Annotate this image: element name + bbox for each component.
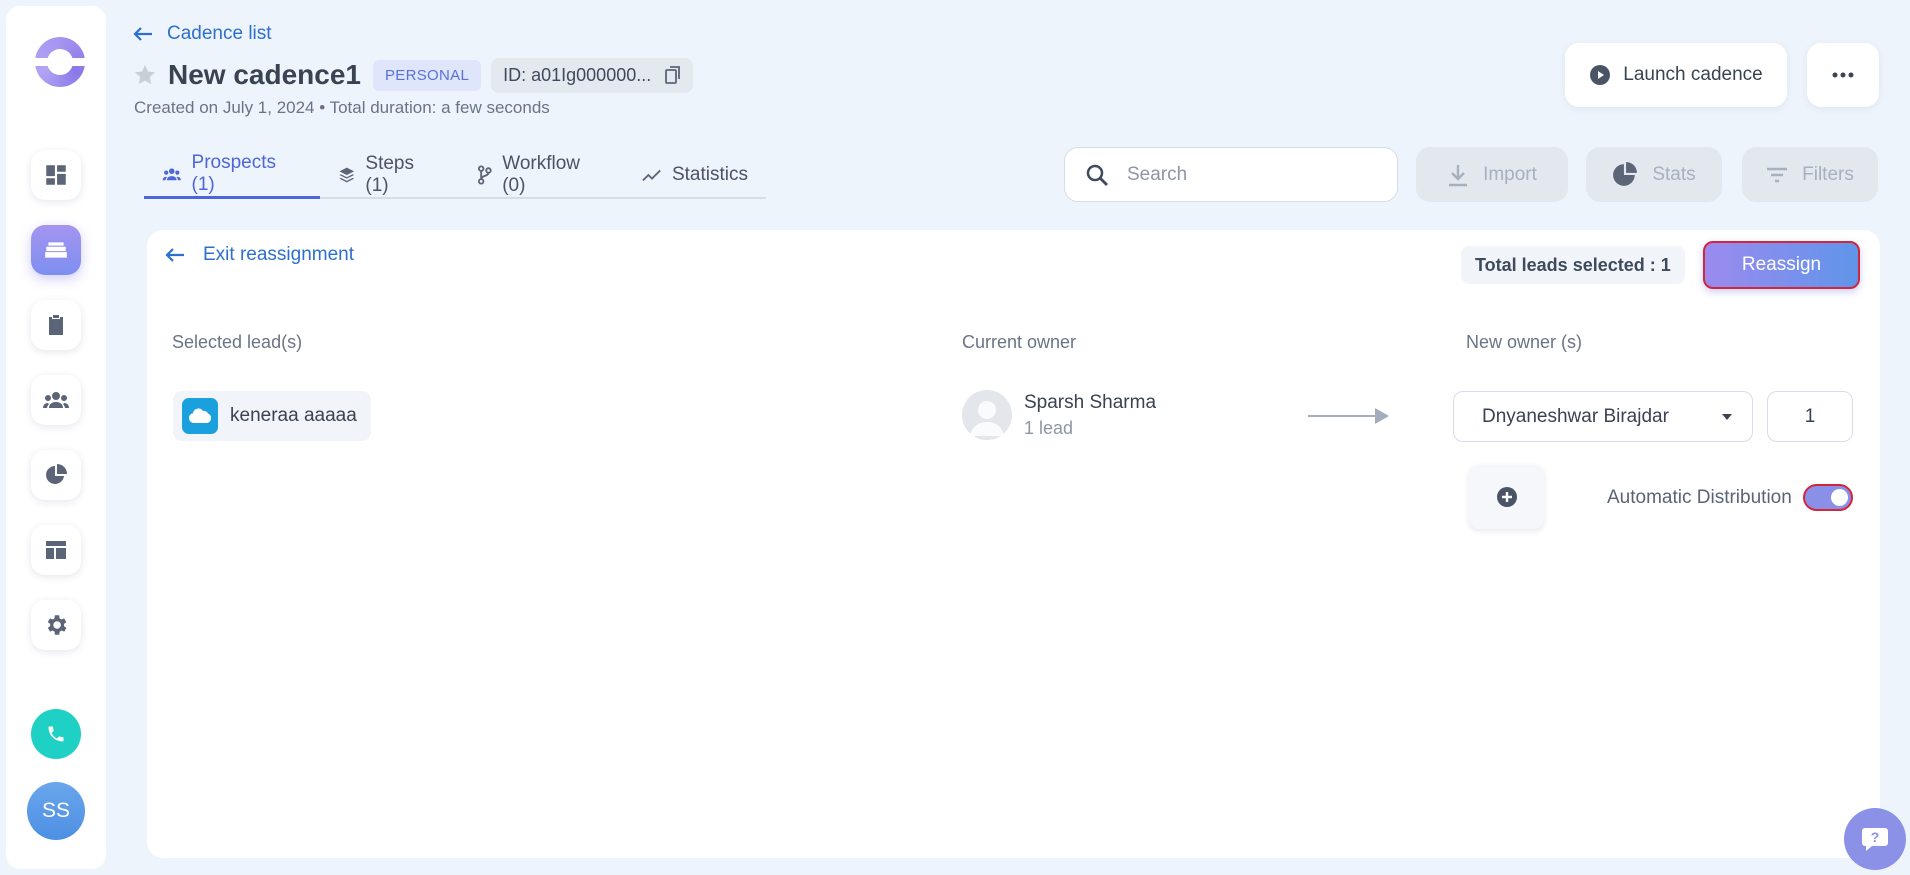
chevron-down-icon xyxy=(1722,413,1732,420)
stack-icon xyxy=(45,242,67,258)
dashboard-icon xyxy=(46,165,66,185)
cadences-nav-button[interactable] xyxy=(31,225,81,275)
settings-nav-button[interactable] xyxy=(31,600,81,650)
phone-button[interactable] xyxy=(31,709,81,759)
new-owner-header: New owner (s) xyxy=(1466,332,1583,352)
tasks-nav-button[interactable] xyxy=(31,300,81,350)
analytics-nav-button[interactable] xyxy=(31,450,81,500)
reassign-button[interactable]: Reassign xyxy=(1703,241,1860,289)
filter-lines-icon xyxy=(1767,167,1788,182)
personal-badge: PERSONAL xyxy=(373,59,482,91)
dashboard-nav-button[interactable] xyxy=(31,150,81,200)
people-nav-button[interactable] xyxy=(31,375,81,425)
filters-label: Filters xyxy=(1802,163,1854,185)
people-icon xyxy=(43,392,69,408)
page-title: New cadence1 xyxy=(168,59,361,90)
lead-name: keneraa aaaaa xyxy=(230,405,357,426)
help-button[interactable]: ? xyxy=(1844,808,1906,870)
search-icon xyxy=(1086,164,1108,186)
tab-workflow[interactable]: Workflow (0) xyxy=(459,152,624,197)
automatic-distribution-toggle[interactable] xyxy=(1803,484,1853,511)
tab-workflow-label: Workflow (0) xyxy=(502,152,581,196)
stats-button[interactable]: Stats xyxy=(1586,147,1722,202)
exit-reassignment-link[interactable]: Exit reassignment xyxy=(165,244,354,266)
layers-icon xyxy=(339,167,354,182)
launch-cadence-label: Launch cadence xyxy=(1623,64,1763,85)
cadence-list-back-link[interactable]: Cadence list xyxy=(133,23,272,45)
copy-icon[interactable] xyxy=(665,66,681,84)
sidebar: SS xyxy=(6,6,106,869)
download-icon xyxy=(1449,164,1468,186)
import-label: Import xyxy=(1483,163,1537,185)
automatic-distribution-label: Automatic Distribution xyxy=(1607,487,1792,508)
phone-icon xyxy=(48,726,64,742)
lead-chip[interactable]: keneraa aaaaa xyxy=(173,391,371,441)
gear-icon xyxy=(47,615,67,635)
salesforce-icon xyxy=(182,398,218,434)
play-circle-icon xyxy=(1590,65,1611,85)
tab-prospects-label: Prospects (1) xyxy=(191,152,277,195)
arrow-left-icon xyxy=(133,27,152,41)
clipboard-icon xyxy=(49,315,63,335)
id-pill: ID: a01Ig000000... xyxy=(491,57,694,93)
cadence-subtitle: Created on July 1, 2024 • Total duration… xyxy=(134,98,550,117)
tab-prospects[interactable]: Prospects (1) xyxy=(144,152,320,199)
new-owner-value: Dnyaneshwar Birajdar xyxy=(1482,405,1669,427)
trend-line-icon xyxy=(642,169,661,181)
plus-circle-icon xyxy=(1496,487,1517,507)
search-box[interactable] xyxy=(1064,147,1398,202)
add-owner-button[interactable] xyxy=(1469,465,1544,529)
import-button[interactable]: Import xyxy=(1416,147,1568,202)
layout-icon xyxy=(46,541,66,559)
launch-cadence-button[interactable]: Launch cadence xyxy=(1565,43,1787,107)
tab-statistics[interactable]: Statistics xyxy=(624,152,766,197)
new-owner-count-input[interactable]: 1 xyxy=(1767,391,1853,442)
current-owner: Sparsh Sharma 1 lead xyxy=(962,390,1156,440)
cadence-tabs: Prospects (1) Steps (1) Workflow (0) Sta… xyxy=(144,152,766,199)
pie-chart-icon xyxy=(46,464,67,484)
more-horizontal-icon xyxy=(1832,72,1854,78)
arrow-right-icon xyxy=(1375,408,1389,424)
tab-steps[interactable]: Steps (1) xyxy=(320,152,459,197)
selected-leads-header: Selected lead(s) xyxy=(172,332,303,352)
svg-text:?: ? xyxy=(1871,829,1880,845)
user-avatar[interactable]: SS xyxy=(27,782,85,840)
owner-avatar xyxy=(962,390,1012,440)
tab-statistics-label: Statistics xyxy=(671,163,748,185)
search-input[interactable] xyxy=(1127,163,1357,186)
people-icon xyxy=(162,168,181,181)
exit-reassignment-label: Exit reassignment xyxy=(203,244,355,265)
filters-button[interactable]: Filters xyxy=(1742,147,1878,202)
pie-chart-icon xyxy=(1613,161,1638,186)
reassign-arrow-line xyxy=(1308,415,1378,417)
id-label: ID: a01Ig000000... xyxy=(503,64,652,85)
more-options-button[interactable] xyxy=(1807,43,1879,107)
title-row: New cadence1 PERSONAL ID: a01Ig000000... xyxy=(133,56,694,94)
new-owner-select[interactable]: Dnyaneshwar Birajdar xyxy=(1453,391,1753,442)
star-icon[interactable] xyxy=(133,63,157,87)
arrow-left-icon xyxy=(165,248,184,262)
back-link-label: Cadence list xyxy=(167,23,272,44)
tab-steps-label: Steps (1) xyxy=(365,152,414,196)
stats-label: Stats xyxy=(1652,163,1696,185)
app-logo[interactable] xyxy=(35,37,85,87)
current-owner-header: Current owner xyxy=(962,332,1077,352)
total-leads-selected: Total leads selected : 1 xyxy=(1461,246,1685,284)
owner-name: Sparsh Sharma xyxy=(1024,391,1157,413)
owner-lead-count: 1 lead xyxy=(1024,417,1074,438)
branch-icon xyxy=(477,164,492,185)
reassignment-panel: Exit reassignment Total leads selected :… xyxy=(147,230,1880,858)
templates-nav-button[interactable] xyxy=(31,525,81,575)
help-chat-icon: ? xyxy=(1862,828,1888,851)
